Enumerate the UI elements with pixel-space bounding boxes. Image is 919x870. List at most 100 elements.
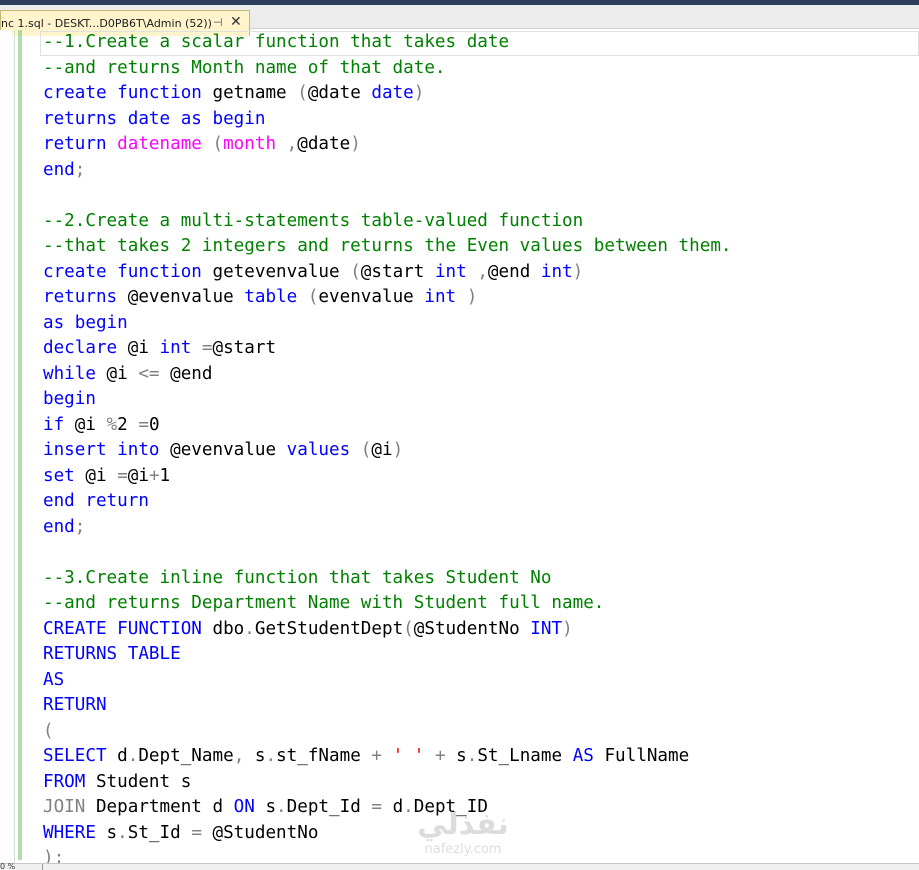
code-token: end bbox=[43, 491, 75, 511]
code-token: st_fName bbox=[276, 746, 372, 766]
code-line[interactable]: --that takes 2 integers and returns the … bbox=[43, 234, 919, 260]
code-token: . bbox=[244, 618, 255, 639]
tab-title: nc 1.sql - DESKT...D0PB6T\Admin (52)) bbox=[1, 17, 212, 30]
code-token: @end bbox=[487, 261, 541, 282]
code-token: ; bbox=[74, 159, 86, 180]
code-token: WHERE bbox=[43, 822, 96, 843]
code-token: function bbox=[117, 261, 202, 282]
code-token: dbo bbox=[201, 618, 245, 639]
code-line[interactable]: ​ bbox=[43, 183, 919, 209]
code-token: , bbox=[477, 261, 488, 282]
code-token: @i bbox=[117, 338, 160, 358]
code-token: @i bbox=[95, 363, 139, 384]
code-token: JOIN bbox=[43, 797, 86, 817]
code-token: . bbox=[276, 797, 287, 817]
code-token: ) bbox=[350, 134, 361, 154]
code-line[interactable]: --1.Create a scalar function that takes … bbox=[43, 30, 919, 56]
code-token: s bbox=[95, 822, 118, 843]
code-line[interactable]: --2.Create a multi-statements table-valu… bbox=[43, 209, 919, 235]
code-line[interactable]: create function getname (@date date) bbox=[43, 81, 919, 107]
code-line[interactable]: --3.Create inline function that takes St… bbox=[43, 566, 919, 592]
code-token: ) bbox=[392, 440, 404, 460]
code-token: ) bbox=[572, 261, 584, 282]
code-line[interactable]: declare @i int =@start bbox=[43, 336, 919, 362]
code-line[interactable]: CREATE FUNCTION dbo.GetStudentDept(@Stud… bbox=[43, 617, 919, 643]
status-bar bbox=[0, 863, 919, 870]
code-token: @date bbox=[307, 83, 372, 103]
code-token: ' ' bbox=[392, 746, 425, 766]
code-token: <= bbox=[138, 363, 160, 384]
code-line[interactable]: ( bbox=[43, 719, 919, 745]
code-token: AS bbox=[43, 669, 65, 690]
code-line[interactable]: RETURNS TABLE bbox=[43, 642, 919, 668]
code-line[interactable]: ​ bbox=[43, 540, 919, 566]
code-line[interactable]: as begin bbox=[43, 311, 919, 337]
code-line[interactable]: set @i =@i+1 bbox=[43, 464, 919, 490]
code-line[interactable]: insert into @evenvalue values (@i) bbox=[43, 438, 919, 464]
zoom-level[interactable]: 0 % bbox=[0, 863, 15, 870]
code-token: returns bbox=[43, 287, 118, 307]
code-line[interactable]: while @i <= @end bbox=[43, 362, 919, 388]
code-token: . bbox=[117, 822, 128, 843]
code-token: @evenvalue bbox=[159, 440, 287, 460]
editor-gutter bbox=[0, 30, 12, 870]
code-token: d bbox=[381, 797, 404, 817]
code-token: @i bbox=[127, 465, 149, 486]
code-line[interactable]: end return bbox=[43, 489, 919, 515]
code-token: datename bbox=[117, 134, 202, 154]
code-line[interactable]: SELECT d.Dept_Name, s.st_fName + ' ' + s… bbox=[43, 744, 919, 770]
code-line[interactable]: returns date as begin bbox=[43, 107, 919, 133]
code-line[interactable]: --and returns Month name of that date. bbox=[43, 56, 919, 82]
code-token: begin bbox=[212, 108, 266, 129]
code-token: SELECT bbox=[43, 746, 107, 766]
pin-icon[interactable]: ⊣ bbox=[213, 16, 223, 29]
code-token: % bbox=[106, 414, 118, 435]
code-token: ) bbox=[413, 83, 425, 103]
code-token: FullName bbox=[593, 746, 690, 766]
code-line[interactable]: --and returns Department Name with Stude… bbox=[43, 591, 919, 617]
code-token: ( bbox=[297, 83, 308, 103]
code-token: RETURN bbox=[43, 695, 107, 715]
code-token: Dept_Name bbox=[138, 746, 234, 766]
code-line[interactable]: FROM Student s bbox=[43, 770, 919, 796]
code-line[interactable]: create function getevenvalue (@start int… bbox=[43, 260, 919, 286]
code-line[interactable]: end; bbox=[43, 158, 919, 184]
code-token: end bbox=[43, 159, 75, 180]
code-token: values bbox=[286, 440, 351, 460]
code-token: @i bbox=[74, 465, 118, 486]
code-token: CREATE bbox=[43, 618, 107, 639]
close-icon[interactable]: ✕ bbox=[230, 14, 242, 30]
code-line[interactable]: returns @evenvalue table (evenvalue int … bbox=[43, 285, 919, 311]
code-token: while bbox=[43, 363, 96, 384]
code-token: int bbox=[434, 261, 467, 282]
code-token: --1.Create a scalar function that takes … bbox=[43, 32, 510, 52]
code-token: @date bbox=[297, 134, 351, 154]
code-line[interactable]: RETURN bbox=[43, 693, 919, 719]
code-token: return bbox=[85, 491, 149, 511]
code-line[interactable]: return datename (month ,@date) bbox=[43, 132, 919, 158]
code-line[interactable]: AS bbox=[43, 668, 919, 694]
code-token: s bbox=[445, 746, 467, 766]
code-line[interactable]: begin bbox=[43, 387, 919, 413]
code-token: create bbox=[43, 261, 107, 282]
code-token: s bbox=[244, 746, 266, 766]
code-token: ( bbox=[43, 720, 54, 741]
code-token: INT bbox=[530, 618, 563, 639]
code-token: . bbox=[466, 746, 478, 766]
code-line[interactable]: if @i %2 =0 bbox=[43, 413, 919, 439]
code-token: @start bbox=[212, 338, 277, 358]
code-token: int bbox=[540, 261, 573, 282]
code-token: ( bbox=[212, 134, 224, 154]
code-editor[interactable]: --1.Create a scalar function that takes … bbox=[43, 30, 919, 870]
code-line[interactable]: end; bbox=[43, 515, 919, 541]
